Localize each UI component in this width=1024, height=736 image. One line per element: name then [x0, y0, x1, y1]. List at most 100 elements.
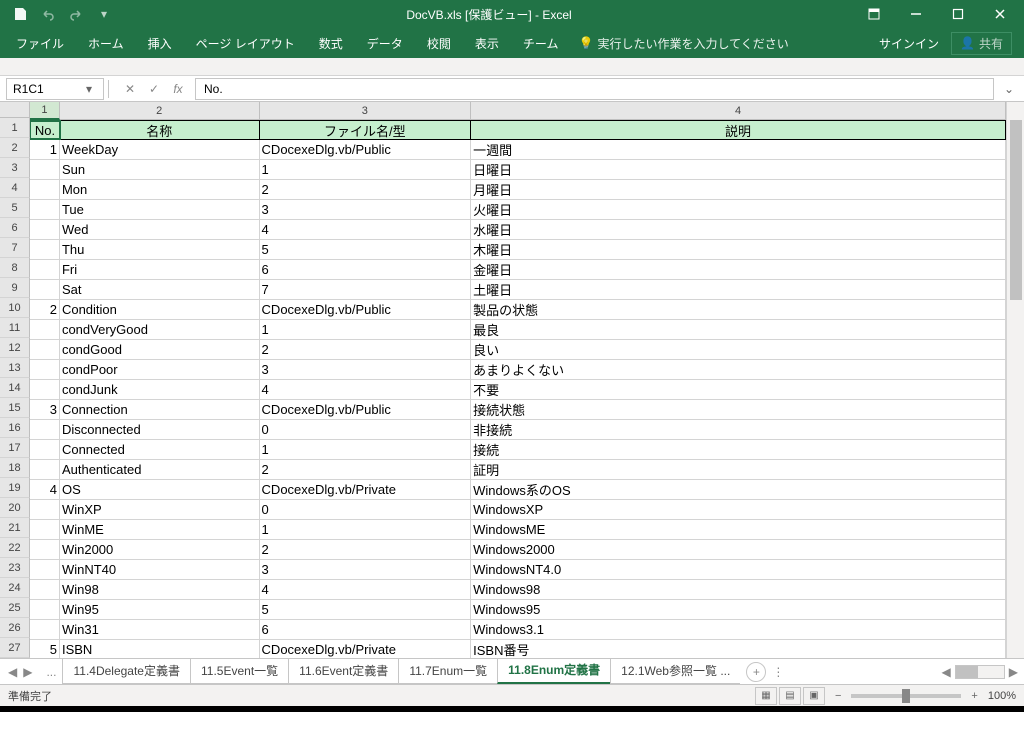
sheet-nav-prev-icon[interactable]: ◀: [6, 665, 19, 679]
cell[interactable]: 4: [260, 380, 472, 399]
cell[interactable]: 製品の状態: [471, 300, 1006, 319]
tab-view[interactable]: 表示: [463, 28, 511, 58]
cell[interactable]: [30, 240, 60, 259]
ribbon-display-options-icon[interactable]: [854, 0, 894, 28]
signin-link[interactable]: サインイン: [879, 35, 939, 52]
cell[interactable]: 3: [260, 560, 472, 579]
cell[interactable]: 一週間: [471, 140, 1006, 159]
cell[interactable]: WindowsME: [471, 520, 1006, 539]
row-header[interactable]: 2: [0, 138, 30, 158]
cell[interactable]: [30, 160, 60, 179]
tab-page-layout[interactable]: ページ レイアウト: [184, 28, 307, 58]
cell[interactable]: condVeryGood: [60, 320, 260, 339]
cell[interactable]: 5: [260, 600, 472, 619]
cell[interactable]: 4: [260, 580, 472, 599]
cell[interactable]: 0: [260, 420, 472, 439]
col-header[interactable]: 4: [471, 102, 1006, 119]
cell[interactable]: 火曜日: [471, 200, 1006, 219]
tell-me-box[interactable]: 💡 実行したい作業を入力してください: [578, 35, 788, 52]
cell[interactable]: 6: [260, 620, 472, 639]
cell[interactable]: Win31: [60, 620, 260, 639]
cell[interactable]: 5: [30, 640, 60, 658]
sheet-tab[interactable]: 11.5Event一覧: [190, 659, 289, 684]
tab-data[interactable]: データ: [355, 28, 415, 58]
select-all-corner[interactable]: [0, 102, 30, 118]
page-break-view-icon[interactable]: ▣: [803, 687, 825, 705]
row-header[interactable]: 4: [0, 178, 30, 198]
tab-insert[interactable]: 挿入: [136, 28, 184, 58]
cell[interactable]: 4: [30, 480, 60, 499]
cell[interactable]: 2: [260, 460, 472, 479]
cell[interactable]: [30, 420, 60, 439]
vertical-scrollbar[interactable]: [1006, 102, 1024, 658]
cell[interactable]: Win95: [60, 600, 260, 619]
cell[interactable]: CDocexeDlg.vb/Public: [260, 140, 472, 159]
normal-view-icon[interactable]: ▦: [755, 687, 777, 705]
sheet-tab[interactable]: 12.1Web参照一覧 ...: [610, 659, 740, 684]
zoom-slider[interactable]: [851, 694, 961, 698]
cell[interactable]: [30, 560, 60, 579]
formula-input[interactable]: No.: [195, 78, 994, 100]
cell[interactable]: Connection: [60, 400, 260, 419]
row-header[interactable]: 22: [0, 538, 30, 558]
page-layout-view-icon[interactable]: ▤: [779, 687, 801, 705]
cell[interactable]: Condition: [60, 300, 260, 319]
col-header[interactable]: 2: [60, 102, 260, 119]
cell[interactable]: condJunk: [60, 380, 260, 399]
cell[interactable]: Windows98: [471, 580, 1006, 599]
zoom-out-button[interactable]: −: [835, 690, 841, 702]
cell[interactable]: 1: [260, 320, 472, 339]
row-header[interactable]: 13: [0, 358, 30, 378]
cell[interactable]: 水曜日: [471, 220, 1006, 239]
row-header[interactable]: 20: [0, 498, 30, 518]
cell[interactable]: 良い: [471, 340, 1006, 359]
col-header[interactable]: 3: [260, 102, 472, 119]
row-header[interactable]: 24: [0, 578, 30, 598]
header-cell[interactable]: 説明: [471, 121, 1006, 139]
cell[interactable]: 2: [260, 340, 472, 359]
row-header[interactable]: 12: [0, 338, 30, 358]
cell[interactable]: Win2000: [60, 540, 260, 559]
row-header[interactable]: 10: [0, 298, 30, 318]
zoom-level[interactable]: 100%: [988, 690, 1016, 702]
hscroll-left-icon[interactable]: ◀: [942, 665, 951, 679]
cell[interactable]: [30, 460, 60, 479]
scrollbar-thumb[interactable]: [1010, 120, 1022, 300]
header-cell[interactable]: ファイル名/型: [260, 121, 472, 139]
cell[interactable]: Connected: [60, 440, 260, 459]
save-icon[interactable]: [8, 2, 32, 26]
row-header[interactable]: 17: [0, 438, 30, 458]
row-header[interactable]: 11: [0, 318, 30, 338]
cell[interactable]: 3: [30, 400, 60, 419]
cell[interactable]: WindowsXP: [471, 500, 1006, 519]
cell[interactable]: WindowsNT4.0: [471, 560, 1006, 579]
cell[interactable]: CDocexeDlg.vb/Public: [260, 300, 472, 319]
maximize-icon[interactable]: [938, 0, 978, 28]
cell[interactable]: 接続: [471, 440, 1006, 459]
enter-formula-icon[interactable]: ✓: [143, 78, 165, 100]
zoom-in-button[interactable]: +: [971, 690, 977, 702]
zoom-handle[interactable]: [902, 689, 910, 703]
cell[interactable]: 月曜日: [471, 180, 1006, 199]
tab-review[interactable]: 校閲: [415, 28, 463, 58]
cell[interactable]: 金曜日: [471, 260, 1006, 279]
horizontal-scrollbar[interactable]: [955, 665, 1005, 679]
share-button[interactable]: 👤 共有: [951, 32, 1012, 55]
cell[interactable]: 不要: [471, 380, 1006, 399]
row-header[interactable]: 7: [0, 238, 30, 258]
cell[interactable]: [30, 280, 60, 299]
cell[interactable]: Windows系のOS: [471, 480, 1006, 499]
col-header[interactable]: 1: [30, 102, 60, 120]
sheet-nav-next-icon[interactable]: ▶: [21, 665, 34, 679]
undo-icon[interactable]: [36, 2, 60, 26]
cell[interactable]: 4: [260, 220, 472, 239]
cell[interactable]: Sun: [60, 160, 260, 179]
cell[interactable]: [30, 580, 60, 599]
row-header[interactable]: 14: [0, 378, 30, 398]
cell[interactable]: CDocexeDlg.vb/Private: [260, 480, 472, 499]
cell[interactable]: 日曜日: [471, 160, 1006, 179]
cell[interactable]: 木曜日: [471, 240, 1006, 259]
sheet-tab[interactable]: 11.6Event定義書: [288, 659, 399, 684]
cell[interactable]: 2: [30, 300, 60, 319]
cell[interactable]: [30, 620, 60, 639]
